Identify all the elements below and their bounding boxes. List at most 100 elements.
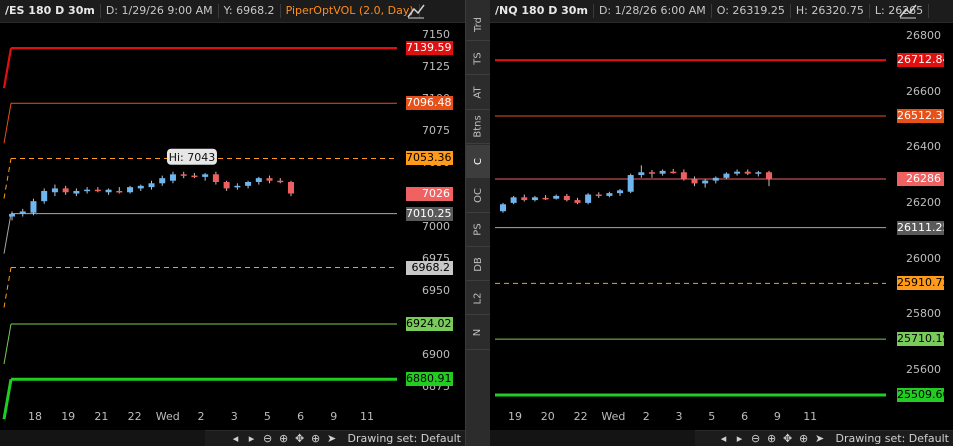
chart-symbol[interactable]: /NQ 180 D 30m bbox=[490, 4, 594, 18]
candle[interactable] bbox=[638, 172, 645, 176]
candle[interactable] bbox=[755, 172, 762, 174]
candle[interactable] bbox=[500, 204, 506, 212]
scroll-left-icon[interactable]: ◂ bbox=[717, 432, 731, 445]
chart-style-icon[interactable] bbox=[407, 3, 425, 19]
price-level-tag[interactable]: 25509.66 bbox=[897, 387, 944, 402]
candle[interactable] bbox=[212, 174, 219, 182]
side-tab-oc[interactable]: OC bbox=[466, 180, 490, 213]
candle[interactable] bbox=[563, 195, 570, 201]
scroll-right-icon[interactable]: ▸ bbox=[245, 432, 259, 445]
drawing-set-label[interactable]: Drawing set: Default bbox=[836, 432, 949, 445]
candle[interactable] bbox=[606, 193, 613, 196]
price-level-tag[interactable]: 7096.48 bbox=[406, 96, 453, 111]
nq-scroll-track[interactable] bbox=[490, 430, 695, 446]
candle[interactable] bbox=[116, 190, 123, 193]
candle[interactable] bbox=[169, 174, 176, 181]
nq-price-chart[interactable] bbox=[490, 22, 953, 428]
candle[interactable] bbox=[245, 182, 252, 186]
candle[interactable] bbox=[574, 200, 581, 203]
candle[interactable] bbox=[277, 180, 284, 183]
candle[interactable] bbox=[84, 189, 91, 192]
cursor-icon[interactable]: ➤ bbox=[325, 432, 339, 445]
pan-icon[interactable]: ✥ bbox=[293, 432, 307, 445]
side-tab-trd[interactable]: Trd bbox=[466, 8, 490, 41]
crosshair-icon[interactable]: ⊕ bbox=[797, 432, 811, 445]
candle[interactable] bbox=[680, 172, 687, 180]
candle[interactable] bbox=[691, 179, 698, 184]
side-tab-n[interactable]: N bbox=[466, 317, 490, 350]
price-level-tag[interactable]: 26286 bbox=[897, 171, 944, 186]
candle[interactable] bbox=[617, 190, 624, 194]
candle[interactable] bbox=[30, 201, 37, 213]
zoom-in-icon[interactable]: ⊕ bbox=[277, 432, 291, 445]
price-level-tag[interactable]: 26111.25 bbox=[897, 220, 944, 235]
candle[interactable] bbox=[9, 214, 15, 217]
price-level-tag[interactable]: 26712.84 bbox=[897, 53, 944, 68]
price-level-tag[interactable]: 26512.31 bbox=[897, 108, 944, 123]
study-label[interactable]: PiperOptVOL (2.0, Day) bbox=[281, 4, 420, 18]
candle[interactable] bbox=[712, 177, 719, 181]
candle[interactable] bbox=[202, 174, 209, 177]
es-chart-panel[interactable]: /ES 180 D 30m D: 1/29/26 9:00 AM Y: 6968… bbox=[0, 0, 465, 446]
candle[interactable] bbox=[702, 180, 709, 184]
candle[interactable] bbox=[234, 185, 241, 188]
price-level-tag[interactable]: 25910.72 bbox=[897, 276, 944, 291]
candle[interactable] bbox=[41, 190, 48, 202]
candle[interactable] bbox=[542, 197, 549, 200]
price-level-tag[interactable]: 7010.25 bbox=[406, 206, 453, 221]
price-level-tag[interactable]: 6968.2 bbox=[406, 260, 453, 275]
candle[interactable] bbox=[766, 172, 772, 179]
candle[interactable] bbox=[73, 190, 80, 194]
price-level-tag[interactable]: 25710.19 bbox=[897, 332, 944, 347]
side-tab-btns[interactable]: Btns bbox=[466, 111, 490, 144]
candle[interactable] bbox=[288, 182, 294, 194]
candle[interactable] bbox=[585, 194, 592, 203]
candle[interactable] bbox=[223, 182, 230, 189]
chart-symbol[interactable]: /ES 180 D 30m bbox=[0, 4, 101, 18]
candle[interactable] bbox=[159, 178, 166, 184]
candle[interactable] bbox=[127, 187, 134, 193]
candle[interactable] bbox=[627, 175, 634, 192]
zoom-out-icon[interactable]: ⊖ bbox=[261, 432, 275, 445]
price-level-tag[interactable]: 6924.02 bbox=[406, 317, 453, 332]
price-level-tag[interactable]: 6880.91 bbox=[406, 372, 453, 387]
chart-style-icon[interactable] bbox=[899, 3, 917, 19]
candle[interactable] bbox=[191, 175, 198, 178]
candle[interactable] bbox=[521, 197, 528, 201]
candle[interactable] bbox=[137, 185, 144, 189]
candle[interactable] bbox=[62, 188, 69, 193]
candle[interactable] bbox=[94, 189, 101, 192]
side-tab-c[interactable]: C bbox=[466, 145, 490, 179]
candle[interactable] bbox=[180, 174, 187, 176]
side-tab-at[interactable]: AT bbox=[466, 77, 490, 110]
candle[interactable] bbox=[723, 173, 730, 178]
side-tab-ts[interactable]: TS bbox=[466, 42, 490, 76]
price-level-tag[interactable]: 7053.36 bbox=[406, 151, 453, 166]
candle[interactable] bbox=[648, 172, 655, 174]
zoom-out-icon[interactable]: ⊖ bbox=[749, 432, 763, 445]
scroll-right-icon[interactable]: ▸ bbox=[733, 432, 747, 445]
candle[interactable] bbox=[595, 194, 602, 197]
side-tab-ps[interactable]: PS bbox=[466, 214, 490, 247]
candle[interactable] bbox=[744, 171, 751, 174]
candle[interactable] bbox=[266, 178, 273, 181]
candle[interactable] bbox=[553, 195, 560, 199]
candle[interactable] bbox=[531, 197, 538, 201]
pan-icon[interactable]: ✥ bbox=[781, 432, 795, 445]
candle[interactable] bbox=[734, 171, 741, 174]
scroll-left-icon[interactable]: ◂ bbox=[229, 432, 243, 445]
side-tab-l2[interactable]: L2 bbox=[466, 282, 490, 316]
candle[interactable] bbox=[659, 170, 666, 174]
price-level-tag[interactable]: 7139.59 bbox=[406, 41, 453, 56]
candle[interactable] bbox=[255, 178, 262, 182]
zoom-in-icon[interactable]: ⊕ bbox=[765, 432, 779, 445]
candle[interactable] bbox=[510, 197, 517, 203]
candle[interactable] bbox=[51, 188, 58, 193]
nq-chart-panel[interactable]: /NQ 180 D 30m D: 1/28/26 6:00 AM O: 2631… bbox=[490, 0, 953, 446]
drawing-set-label[interactable]: Drawing set: Default bbox=[348, 432, 461, 445]
price-level-tag[interactable]: 7026 bbox=[406, 186, 453, 201]
crosshair-icon[interactable]: ⊕ bbox=[309, 432, 323, 445]
candle[interactable] bbox=[105, 189, 112, 193]
candle[interactable] bbox=[148, 183, 155, 188]
side-tab-db[interactable]: DB bbox=[466, 248, 490, 282]
